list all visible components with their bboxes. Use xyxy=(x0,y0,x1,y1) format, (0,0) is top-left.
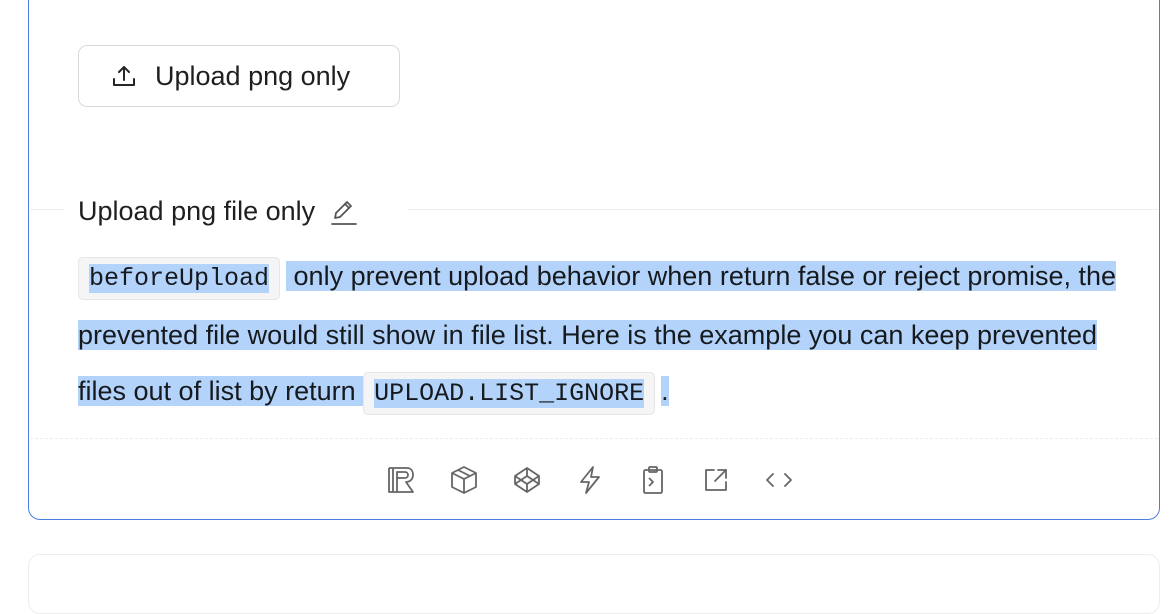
demo-title-text: Upload png file only xyxy=(78,196,316,226)
upload-icon xyxy=(111,63,137,89)
expand-code-icon[interactable] xyxy=(762,463,796,497)
codepen-icon[interactable] xyxy=(510,463,544,497)
divider-left xyxy=(30,209,64,210)
demo-title: Upload png file only xyxy=(78,196,359,227)
code-actions xyxy=(384,463,825,497)
upload-button-label: Upload png only xyxy=(155,60,351,91)
description-text-2: . xyxy=(661,376,669,406)
copy-code-icon[interactable] xyxy=(636,463,670,497)
next-demo-card xyxy=(28,554,1160,614)
stackblitz-icon[interactable] xyxy=(573,463,607,497)
code-before-upload: beforeUpload xyxy=(78,257,281,300)
open-in-new-window-icon[interactable] xyxy=(699,463,733,497)
codesandbox-icon[interactable] xyxy=(447,463,481,497)
code-upload-list-ignore: UPLOAD.LIST_IGNORE xyxy=(363,372,656,415)
demo-description: beforeUpload only prevent upload behavio… xyxy=(78,248,1138,422)
riddle-icon[interactable] xyxy=(384,463,418,497)
actions-divider xyxy=(30,438,1158,439)
edit-icon[interactable] xyxy=(329,197,359,227)
upload-png-button[interactable]: Upload png only xyxy=(78,45,400,107)
divider-right xyxy=(408,209,1158,210)
